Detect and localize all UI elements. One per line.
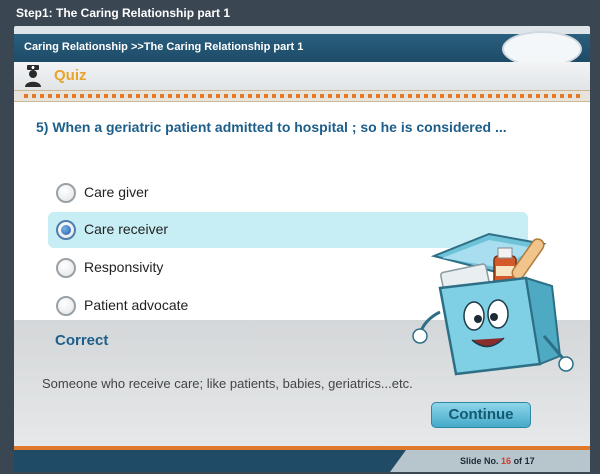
window-title: Step1: The Caring Relationship part 1 — [16, 6, 231, 20]
nurse-icon — [25, 65, 41, 87]
footer-bar: Slide No. 16 of 17 — [14, 446, 590, 472]
decorative-divider — [14, 90, 590, 102]
slide-total: 17 — [524, 456, 535, 466]
radio-button[interactable] — [56, 258, 76, 278]
radio-button-selected[interactable] — [56, 220, 76, 240]
continue-button[interactable]: Continue — [431, 402, 531, 428]
feedback-text: Someone who receive care; like patients,… — [42, 376, 413, 391]
feedback-title: Correct — [55, 332, 109, 349]
option-label: Patient advocate — [84, 297, 189, 313]
option-label: Care receiver — [84, 221, 169, 237]
slide-counter: Slide No. 16 of 17 — [460, 456, 535, 466]
slide-label: Slide No. — [460, 456, 499, 466]
radio-button[interactable] — [56, 296, 76, 316]
window-titlebar: Step1: The Caring Relationship part 1 — [0, 0, 600, 28]
slide-current: 16 — [501, 456, 512, 466]
breadcrumb: Caring Relationship >>The Caring Relatio… — [24, 41, 304, 53]
option-label: Responsivity — [84, 259, 164, 275]
footer-accent — [14, 446, 590, 450]
quiz-header: Quiz — [14, 62, 590, 90]
player-frame: Caring Relationship >>The Caring Relatio… — [14, 26, 590, 472]
radio-button[interactable] — [56, 183, 76, 203]
option-care-giver[interactable]: Care giver — [48, 175, 528, 211]
slide-of: of — [513, 456, 523, 466]
question-text: 5) When a geriatric patient admitted to … — [36, 119, 507, 135]
option-label: Care giver — [84, 184, 149, 200]
quiz-title: Quiz — [54, 67, 87, 84]
first-aid-kit-mascot-illustration — [412, 232, 574, 376]
